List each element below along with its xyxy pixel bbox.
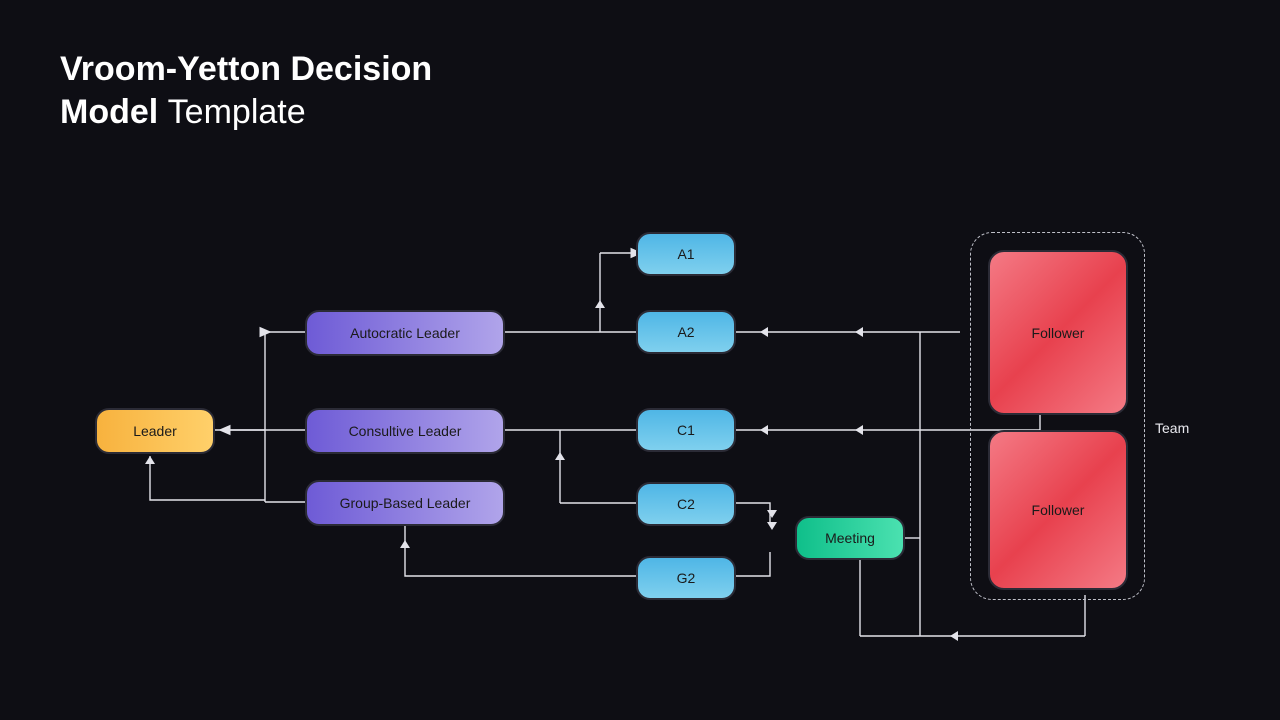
- node-group-based-leader: Group-Based Leader: [305, 480, 505, 526]
- node-a2: A2: [636, 310, 736, 354]
- node-c1: C1: [636, 408, 736, 452]
- title-line2-thin: Template: [168, 93, 306, 131]
- slide-title: Vroom-Yetton Decision Model Template: [60, 48, 432, 133]
- node-meeting-label: Meeting: [825, 530, 875, 546]
- title-line2: Model Template: [60, 91, 432, 134]
- node-autocratic-label: Autocratic Leader: [350, 325, 460, 341]
- node-meeting: Meeting: [795, 516, 905, 560]
- node-consultive-label: Consultive Leader: [349, 423, 462, 439]
- node-a1-label: A1: [677, 246, 694, 262]
- node-a1: A1: [636, 232, 736, 276]
- node-a2-label: A2: [677, 324, 694, 340]
- node-c1-label: C1: [677, 422, 695, 438]
- node-follower1-label: Follower: [1032, 325, 1085, 341]
- node-autocratic-leader: Autocratic Leader: [305, 310, 505, 356]
- node-groupbased-label: Group-Based Leader: [340, 495, 471, 511]
- node-c2: C2: [636, 482, 736, 526]
- node-leader-label: Leader: [133, 423, 177, 439]
- node-follower2-label: Follower: [1032, 502, 1085, 518]
- node-consultive-leader: Consultive Leader: [305, 408, 505, 454]
- node-follower-1: Follower: [988, 250, 1128, 415]
- node-g2-label: G2: [677, 570, 696, 586]
- team-label: Team: [1155, 420, 1189, 436]
- node-c2-label: C2: [677, 496, 695, 512]
- node-leader: Leader: [95, 408, 215, 454]
- title-line2-bold: Model: [60, 93, 158, 131]
- node-follower-2: Follower: [988, 430, 1128, 590]
- node-g2: G2: [636, 556, 736, 600]
- title-line1: Vroom-Yetton Decision: [60, 48, 432, 91]
- slide: Vroom-Yetton Decision Model Template: [0, 0, 1280, 720]
